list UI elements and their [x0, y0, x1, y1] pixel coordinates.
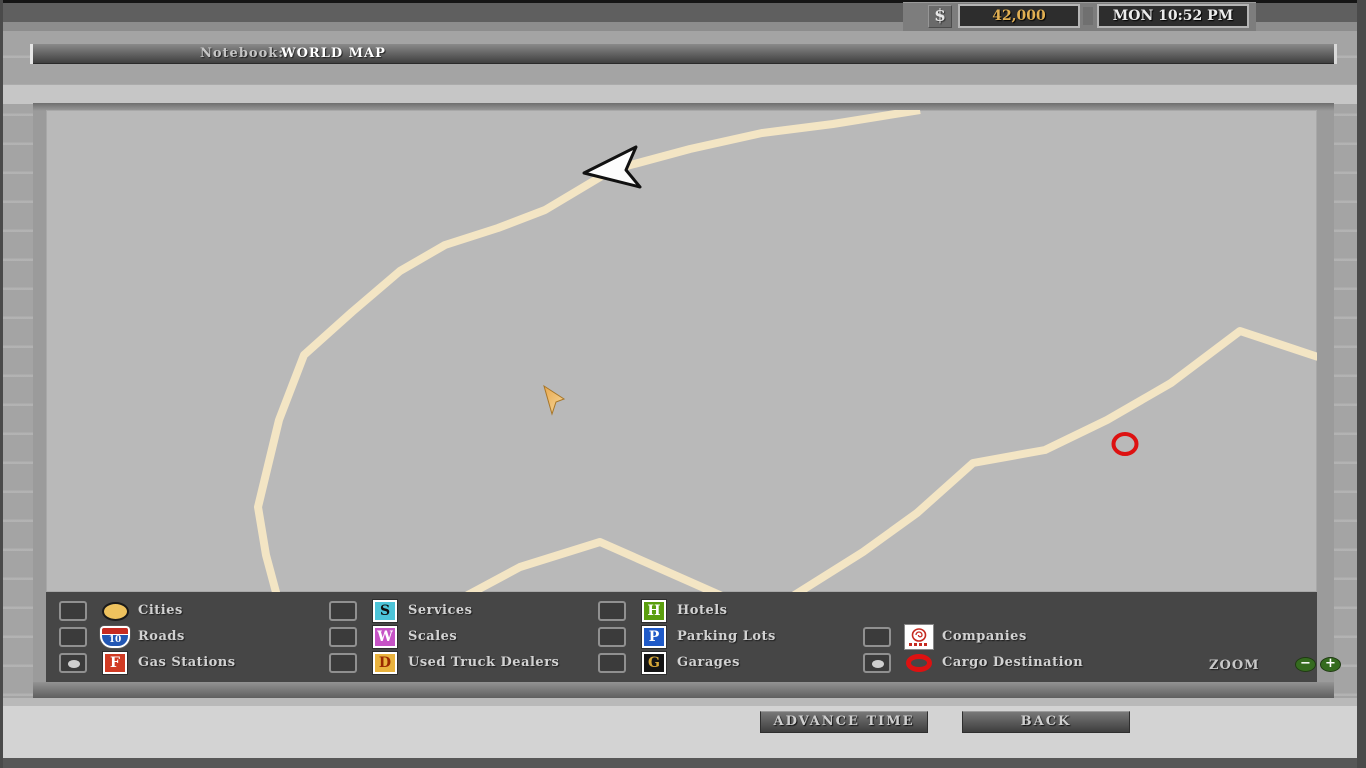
- hud-divider: [1083, 7, 1093, 25]
- legend-label: Garages: [677, 655, 740, 670]
- cargo-destination-checkbox[interactable]: [863, 653, 891, 673]
- map-canvas[interactable]: [46, 106, 1320, 600]
- road-line: [464, 538, 724, 600]
- checkbox-dot: [872, 660, 884, 668]
- world-map-screen: $ 42,000 MON 10:52 PM Notebook: WORLD MA…: [0, 0, 1366, 768]
- background-band: [0, 85, 1366, 104]
- map-panel: Cities 10 Roads F Gas Stations S Service…: [33, 103, 1341, 700]
- legend-label: Gas Stations: [138, 655, 236, 670]
- zoom-out-button[interactable]: −: [1295, 657, 1316, 672]
- time-display: MON 10:52 PM: [1097, 4, 1249, 28]
- map-viewport[interactable]: [46, 106, 1320, 600]
- legend-label: Companies: [942, 629, 1027, 644]
- legend-label: Cities: [138, 603, 183, 618]
- services-checkbox[interactable]: [329, 601, 357, 621]
- map-legend: Cities 10 Roads F Gas Stations S Service…: [46, 592, 1341, 682]
- parking-lots-checkbox[interactable]: [598, 627, 626, 647]
- page-title: WORLD MAP: [281, 46, 386, 61]
- gas-stations-checkbox[interactable]: [59, 653, 87, 673]
- cargo-destination-marker: [1111, 432, 1139, 456]
- legend-label: Services: [408, 603, 473, 618]
- roads-checkbox[interactable]: [59, 627, 87, 647]
- zoom-in-button[interactable]: +: [1320, 657, 1341, 672]
- gas-station-icon: F: [99, 652, 131, 674]
- notebook-bar-right-cap: [1334, 44, 1337, 64]
- legend-label: Roads: [138, 629, 185, 644]
- back-button[interactable]: BACK: [962, 711, 1130, 733]
- cargo-destination-icon: [903, 652, 935, 674]
- company-logo-text: [909, 643, 929, 646]
- markers-layer: [543, 145, 1139, 456]
- used-truck-dealers-checkbox[interactable]: [329, 653, 357, 673]
- road-line: [790, 327, 1320, 600]
- legend-label: Hotels: [677, 603, 728, 618]
- mouse-cursor-icon: [543, 384, 566, 416]
- companies-checkbox[interactable]: [863, 627, 891, 647]
- company-logo-icon: [903, 625, 935, 649]
- bottom-band-shadow: [0, 698, 1366, 706]
- garage-icon: G: [638, 652, 670, 674]
- parking-icon: P: [638, 626, 670, 648]
- screen-left-edge: [0, 0, 3, 768]
- roads-layer: [254, 106, 1320, 600]
- cities-checkbox[interactable]: [59, 601, 87, 621]
- advance-time-button[interactable]: ADVANCE TIME: [760, 711, 928, 733]
- currency-icon: $: [928, 5, 952, 28]
- cities-icon: [99, 600, 131, 622]
- legend-label: Parking Lots: [677, 629, 776, 644]
- screen-bottom-strip: [0, 758, 1366, 768]
- garages-checkbox[interactable]: [598, 653, 626, 673]
- bottom-band: [0, 706, 1366, 758]
- checkbox-dot: [68, 660, 80, 668]
- interstate-shield-icon: 10: [99, 626, 131, 648]
- screen-right-edge: [1357, 0, 1366, 768]
- scales-icon: W: [369, 626, 401, 648]
- scales-checkbox[interactable]: [329, 627, 357, 647]
- hotels-checkbox[interactable]: [598, 601, 626, 621]
- services-icon: S: [369, 600, 401, 622]
- zoom-label: ZOOM: [1209, 658, 1260, 673]
- used-truck-dealer-icon: D: [369, 652, 401, 674]
- notebook-label: Notebook:: [200, 46, 285, 61]
- legend-label: Cargo Destination: [942, 655, 1084, 670]
- legend-label: Used Truck Dealers: [408, 655, 560, 670]
- road-line: [254, 106, 921, 598]
- hotel-icon: H: [638, 600, 670, 622]
- legend-label: Scales: [408, 629, 458, 644]
- money-display: 42,000: [958, 4, 1080, 28]
